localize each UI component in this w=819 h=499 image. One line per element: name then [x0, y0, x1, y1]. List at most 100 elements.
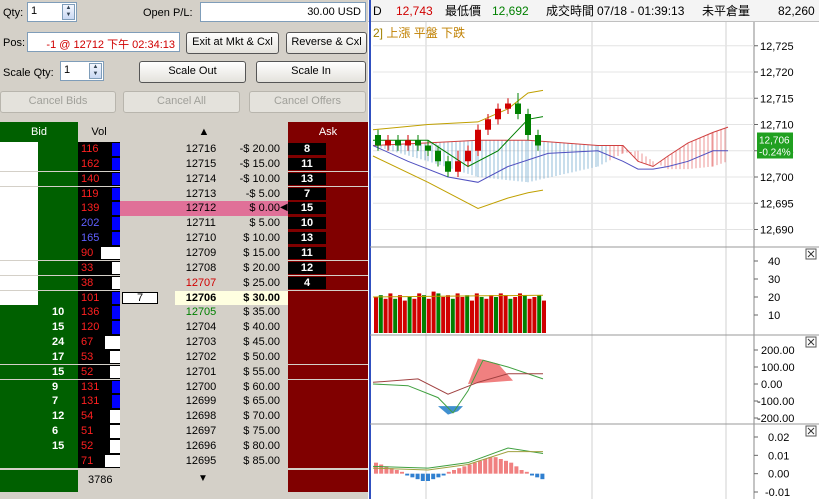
scroll-up-arrow-icon[interactable]: ▲ [120, 122, 288, 142]
ask-cell[interactable] [288, 394, 368, 409]
ask-cell[interactable]: 4 [288, 275, 368, 291]
ladder-row[interactable]: 10 136 12705 $ 35.00 [0, 305, 368, 320]
bid-cell[interactable]: 6 [0, 424, 78, 439]
ask-cell[interactable]: 13 [288, 171, 368, 187]
price-cell[interactable]: 12699 [175, 394, 227, 409]
price-cell[interactable]: 12700 [175, 379, 227, 395]
ask-cell[interactable] [288, 320, 368, 335]
cancel-bids-button[interactable]: Cancel Bids [0, 91, 116, 113]
price-cell[interactable]: 12697 [175, 424, 227, 439]
ask-cell[interactable] [288, 364, 368, 380]
ask-cell[interactable]: 11 [288, 245, 368, 261]
scale-out-button[interactable]: Scale Out [139, 61, 246, 83]
ask-cell[interactable] [288, 409, 368, 424]
price-cell[interactable]: 12707 [175, 275, 227, 291]
bid-cell[interactable] [0, 231, 78, 246]
price-cell[interactable]: 12696 [175, 439, 227, 454]
ask-cell[interactable]: 15 [288, 201, 368, 216]
price-cell[interactable]: 12713 [175, 186, 227, 202]
working-order-cell[interactable] [120, 453, 175, 469]
working-order-cell[interactable] [120, 201, 175, 216]
ladder-row[interactable]: 101 7 12706 $ 30.00 [0, 290, 368, 305]
working-order-cell[interactable] [120, 394, 175, 409]
ask-cell[interactable]: 13 [288, 231, 368, 246]
ask-cell[interactable] [288, 379, 368, 395]
price-cell[interactable]: 12705 [175, 305, 227, 320]
working-order-cell[interactable] [120, 171, 175, 187]
price-cell[interactable]: 12698 [175, 409, 227, 424]
ask-cell[interactable] [288, 349, 368, 365]
cancel-all-button[interactable]: Cancel All [123, 91, 240, 113]
working-order-cell[interactable] [120, 335, 175, 350]
bid-cell[interactable] [0, 142, 78, 157]
price-cell[interactable]: 12708 [175, 260, 227, 276]
price-cell[interactable]: 12695 [175, 453, 227, 469]
working-order-cell[interactable] [120, 349, 175, 365]
ask-cell[interactable]: 8 [288, 142, 368, 157]
ladder-row[interactable]: 33 12708 $ 20.00 12 [0, 260, 368, 276]
scroll-down-arrow-icon[interactable]: ▼ [198, 473, 208, 484]
price-cell[interactable]: 12704 [175, 320, 227, 335]
bid-cell[interactable] [0, 186, 78, 202]
bid-cell[interactable] [0, 245, 78, 261]
bid-cell[interactable]: 7 [0, 394, 78, 409]
bid-cell[interactable] [0, 453, 78, 469]
working-order-cell[interactable] [120, 231, 175, 246]
working-order-cell[interactable] [120, 142, 175, 157]
bid-cell[interactable]: 9 [0, 379, 78, 395]
ladder-row[interactable]: 119 12713 -$ 5.00 7 [0, 186, 368, 202]
ask-cell[interactable] [288, 335, 368, 350]
ladder-row[interactable]: 15 120 12704 $ 40.00 [0, 320, 368, 335]
bid-cell[interactable]: 24 [0, 335, 78, 350]
bid-cell[interactable]: 15 [0, 439, 78, 454]
reverse-button[interactable]: Reverse & Cxl [286, 32, 367, 54]
ask-cell[interactable]: 7 [288, 186, 368, 202]
scale-qty-spinner[interactable]: 1 ▲ ▼ [60, 61, 104, 81]
ladder-row[interactable]: 6 51 12697 $ 75.00 [0, 424, 368, 439]
working-order-cell[interactable] [120, 409, 175, 424]
ask-cell[interactable]: 10 [288, 216, 368, 231]
ladder-row[interactable]: 15 52 12696 $ 80.00 [0, 439, 368, 454]
bid-cell[interactable] [0, 275, 78, 291]
ladder-row[interactable]: 116 12716 -$ 20.00 8 [0, 142, 368, 157]
price-cell[interactable]: 12709 [175, 245, 227, 261]
ladder-row[interactable]: 9 131 12700 $ 60.00 [0, 379, 368, 395]
price-cell[interactable]: 12710 [175, 231, 227, 246]
ladder-row[interactable]: 162 12715 -$ 15.00 11 [0, 156, 368, 172]
bid-cell[interactable] [0, 171, 78, 187]
price-cell[interactable]: 12702 [175, 349, 227, 365]
cancel-offers-button[interactable]: Cancel Offers [249, 91, 366, 113]
working-order-cell[interactable] [120, 424, 175, 439]
price-cell[interactable]: 12714 [175, 171, 227, 187]
bid-cell[interactable] [0, 260, 78, 276]
working-order-cell[interactable] [120, 305, 175, 320]
bid-cell[interactable]: 15 [0, 364, 78, 380]
ask-cell[interactable] [288, 305, 368, 320]
working-order-qty[interactable]: 7 [122, 291, 158, 304]
working-order-cell[interactable] [120, 320, 175, 335]
working-order-cell[interactable] [120, 364, 175, 380]
working-order-cell[interactable] [120, 216, 175, 231]
working-order-cell[interactable] [120, 260, 175, 276]
ladder-row[interactable]: 38 12707 $ 25.00 4 [0, 275, 368, 291]
ladder-row[interactable]: 15 52 12701 $ 55.00 [0, 364, 368, 380]
ask-cell[interactable] [288, 290, 368, 305]
ladder-row[interactable]: 140 12714 -$ 10.00 13 [0, 171, 368, 187]
working-order-cell[interactable]: 7 [120, 290, 175, 305]
ladder-row[interactable]: 90 12709 $ 15.00 11 [0, 245, 368, 261]
ask-cell[interactable] [288, 424, 368, 439]
price-cell[interactable]: 12712 [175, 201, 227, 216]
working-order-cell[interactable] [120, 439, 175, 454]
ask-cell[interactable]: 11 [288, 156, 368, 172]
working-order-cell[interactable] [120, 186, 175, 202]
qty-spin-buttons[interactable]: ▲ ▼ [62, 4, 75, 20]
ladder-row[interactable]: 7 131 12699 $ 65.00 [0, 394, 368, 409]
scale-in-button[interactable]: Scale In [256, 61, 366, 83]
price-cell[interactable]: 12715 [175, 156, 227, 172]
ladder-row[interactable]: 202 12711 $ 5.00 10 [0, 216, 368, 231]
bid-cell[interactable] [0, 290, 78, 305]
bid-cell[interactable] [0, 216, 78, 231]
ladder-row[interactable]: 165 12710 $ 10.00 13 [0, 231, 368, 246]
working-order-cell[interactable] [120, 379, 175, 395]
bid-cell[interactable]: 12 [0, 409, 78, 424]
